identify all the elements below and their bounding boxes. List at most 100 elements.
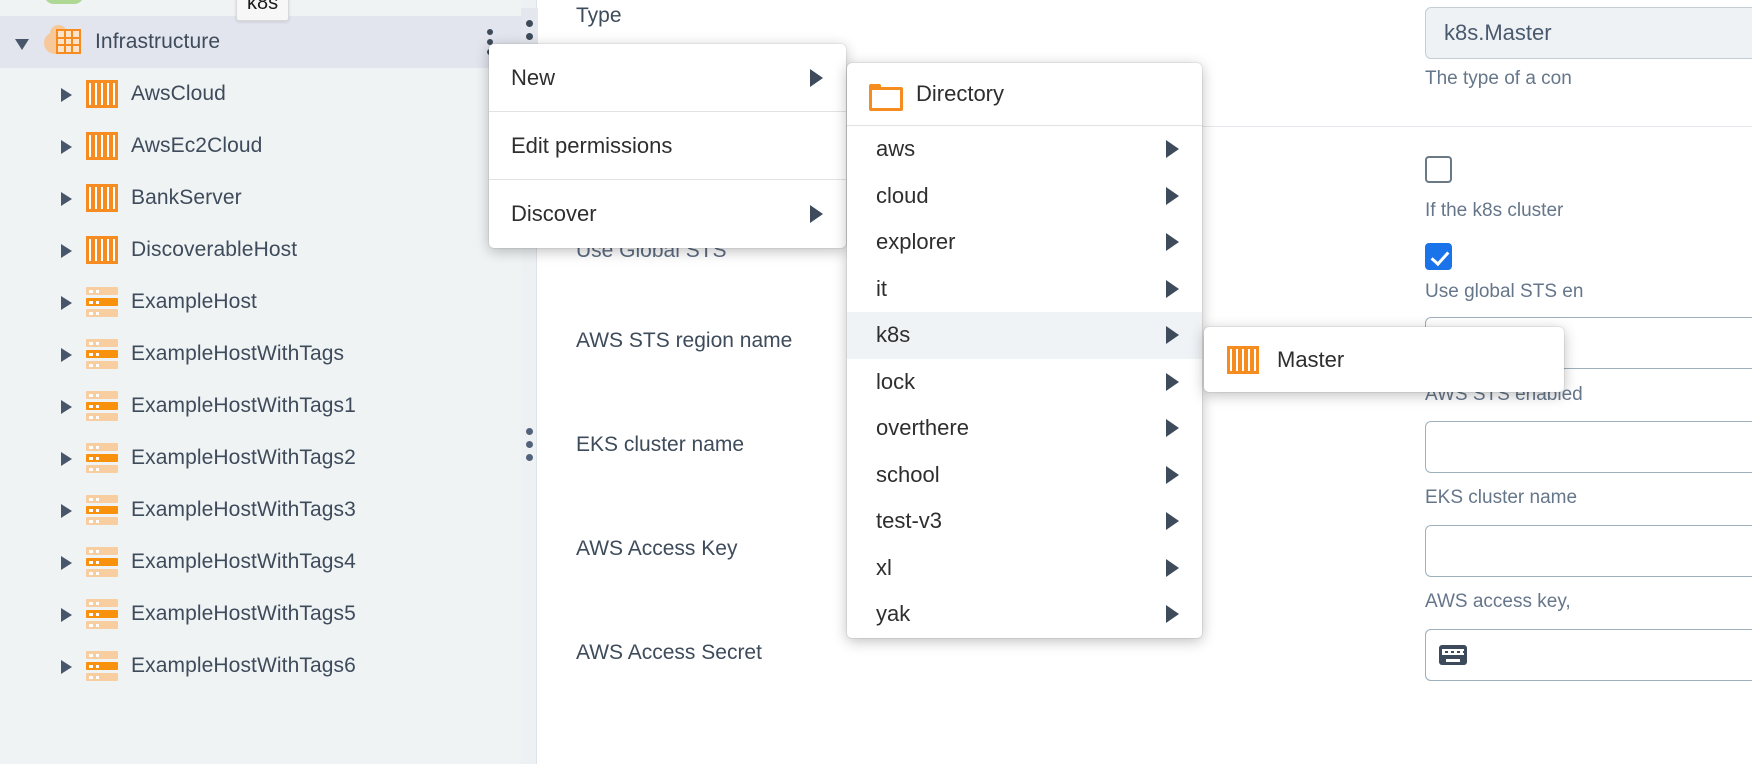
submenu-item-aws[interactable]: aws xyxy=(847,126,1202,173)
submenu-item-xl[interactable]: xl xyxy=(847,545,1202,592)
chevron-right-icon[interactable] xyxy=(56,292,76,312)
k8s-leaf-submenu: Master xyxy=(1204,327,1564,392)
chevron-right-icon[interactable] xyxy=(56,344,76,364)
host-server-icon xyxy=(86,339,118,369)
chevron-right-icon[interactable] xyxy=(56,396,76,416)
type-input[interactable]: k8s.Master xyxy=(1425,7,1752,59)
submenu-item-school[interactable]: school xyxy=(847,452,1202,499)
submenu-item-cloud[interactable]: cloud xyxy=(847,173,1202,220)
menu-item-discover[interactable]: Discover xyxy=(489,180,846,248)
sidebar-item-label: ExampleHostWithTags6 xyxy=(131,654,356,677)
splitter-drag-handle-icon[interactable] xyxy=(526,428,533,467)
keyboard-icon xyxy=(1438,645,1467,665)
sidebar-item-label: ExampleHostWithTags5 xyxy=(131,602,356,625)
submenu-item-label: test-v3 xyxy=(876,508,943,534)
submenu-item-label: school xyxy=(876,461,940,487)
form-divider-right xyxy=(1418,126,1752,127)
sidebar-item-bankserver[interactable]: BankServer xyxy=(0,172,521,224)
context-menu: New Edit permissions Discover xyxy=(489,44,846,248)
sidebar-item-examplehostwithtags2[interactable]: ExampleHostWithTags2 xyxy=(0,432,521,484)
chevron-right-icon[interactable] xyxy=(56,656,76,676)
sidebar-item-examplehostwithtags5[interactable]: ExampleHostWithTags5 xyxy=(0,588,521,640)
new-submenu: Directory aws cloud explorer it k8s lock… xyxy=(847,63,1202,638)
tooltip-k8s: k8s xyxy=(236,0,290,21)
chevron-right-icon[interactable] xyxy=(56,240,76,260)
chevron-right-icon xyxy=(1166,558,1179,577)
chevron-right-icon xyxy=(1166,465,1179,484)
chevron-right-icon xyxy=(1166,279,1179,298)
green-host-icon xyxy=(44,0,94,10)
chevron-right-icon[interactable] xyxy=(56,500,76,520)
submenu-item-k8s[interactable]: k8s xyxy=(847,312,1202,359)
host-server-icon xyxy=(86,287,118,317)
submenu-item-overthere[interactable]: overthere xyxy=(847,405,1202,452)
menu-item-new[interactable]: New xyxy=(489,44,846,112)
menu-item-label: New xyxy=(511,64,556,90)
sidebar-item-label: Infrastructure xyxy=(95,30,221,53)
chevron-right-icon[interactable] xyxy=(56,448,76,468)
sidebar-item-awsec2cloud[interactable]: AwsEc2Cloud xyxy=(0,120,521,172)
submenu-item-explorer[interactable]: explorer xyxy=(847,219,1202,266)
label-type: Type xyxy=(576,4,622,27)
chevron-down-icon[interactable] xyxy=(14,32,34,52)
sidebar-item-examplehostwithtags3[interactable]: ExampleHostWithTags3 xyxy=(0,484,521,536)
chevron-right-icon xyxy=(810,205,823,223)
infrastructure-icon xyxy=(44,25,82,57)
eks-checkbox[interactable] xyxy=(1425,156,1452,183)
label-aws-access-key: AWS Access Key xyxy=(576,537,738,560)
sidebar-item-examplehostwithtags6[interactable]: ExampleHostWithTags6 xyxy=(0,640,521,692)
chevron-right-icon xyxy=(1166,140,1179,159)
sidebar-item-examplehost[interactable]: ExampleHost xyxy=(0,276,521,328)
sidebar-item-discoverablehost[interactable]: DiscoverableHost xyxy=(0,224,521,276)
submenu-item-yak[interactable]: yak xyxy=(847,591,1202,638)
sidebar-item-examplehostwithtags4[interactable]: ExampleHostWithTags4 xyxy=(0,536,521,588)
label-aws-sts-region-name: AWS STS region name xyxy=(576,329,793,352)
cloud-bars-icon xyxy=(86,80,118,108)
submenu-item-it[interactable]: it xyxy=(847,266,1202,313)
sidebar-item-awscloud[interactable]: AwsCloud xyxy=(0,68,521,120)
chevron-right-icon xyxy=(1166,326,1179,345)
sidebar-item-label: BankServer xyxy=(131,186,242,209)
host-server-icon xyxy=(86,599,118,629)
submenu-item-label: yak xyxy=(876,601,911,627)
sidebar-item-examplehostwithtags[interactable]: ExampleHostWithTags xyxy=(0,328,521,380)
menu-item-label: Edit permissions xyxy=(511,132,673,158)
chevron-right-icon[interactable] xyxy=(56,136,76,156)
leaf-menu-item-master[interactable]: Master xyxy=(1277,347,1344,373)
host-server-icon xyxy=(86,495,118,525)
submenu-item-label: explorer xyxy=(876,229,956,255)
label-aws-access-secret: AWS Access Secret xyxy=(576,641,762,664)
chevron-right-icon xyxy=(1166,186,1179,205)
sidebar-item-examplehostwithtags1[interactable]: ExampleHostWithTags1 xyxy=(0,380,521,432)
submenu-item-test-v3[interactable]: test-v3 xyxy=(847,498,1202,545)
eks-checkbox-helper: If the k8s cluster xyxy=(1425,200,1564,221)
chevron-right-icon xyxy=(1166,372,1179,391)
host-server-icon xyxy=(86,443,118,473)
submenu-item-lock[interactable]: lock xyxy=(847,359,1202,406)
chevron-right-icon[interactable] xyxy=(56,188,76,208)
aws-access-key-input[interactable] xyxy=(1425,525,1752,577)
sidebar-item-infrastructure[interactable]: Infrastructure xyxy=(0,16,521,68)
keyboard-input-toggle-button[interactable] xyxy=(1425,629,1479,681)
host-server-icon xyxy=(86,547,118,577)
chevron-right-icon xyxy=(1166,419,1179,438)
sidebar-item-label: ExampleHost xyxy=(131,290,257,313)
global-sts-checkbox[interactable] xyxy=(1425,243,1452,270)
sidebar-item-label: AwsEc2Cloud xyxy=(131,134,263,157)
sidebar-item-label: ExampleHostWithTags2 xyxy=(131,446,356,469)
sidebar-item-label: DiscoverableHost xyxy=(131,238,298,261)
submenu-item-directory[interactable]: Directory xyxy=(847,63,1202,126)
eks-cluster-input[interactable] xyxy=(1425,421,1752,473)
chevron-right-icon[interactable] xyxy=(56,604,76,624)
submenu-item-label: it xyxy=(876,275,887,301)
submenu-header-label: Directory xyxy=(916,81,1005,106)
host-server-icon xyxy=(86,651,118,681)
chevron-right-icon xyxy=(1166,512,1179,531)
menu-item-edit-permissions[interactable]: Edit permissions xyxy=(489,112,846,180)
eks-cluster-helper: EKS cluster name xyxy=(1425,487,1578,508)
menu-item-label: Discover xyxy=(511,201,597,226)
submenu-item-label: lock xyxy=(876,368,916,394)
chevron-right-icon[interactable] xyxy=(56,84,76,104)
app-root: Infrastructure AwsCloud AwsEc2Cloud Bank… xyxy=(0,0,1752,764)
chevron-right-icon[interactable] xyxy=(56,552,76,572)
